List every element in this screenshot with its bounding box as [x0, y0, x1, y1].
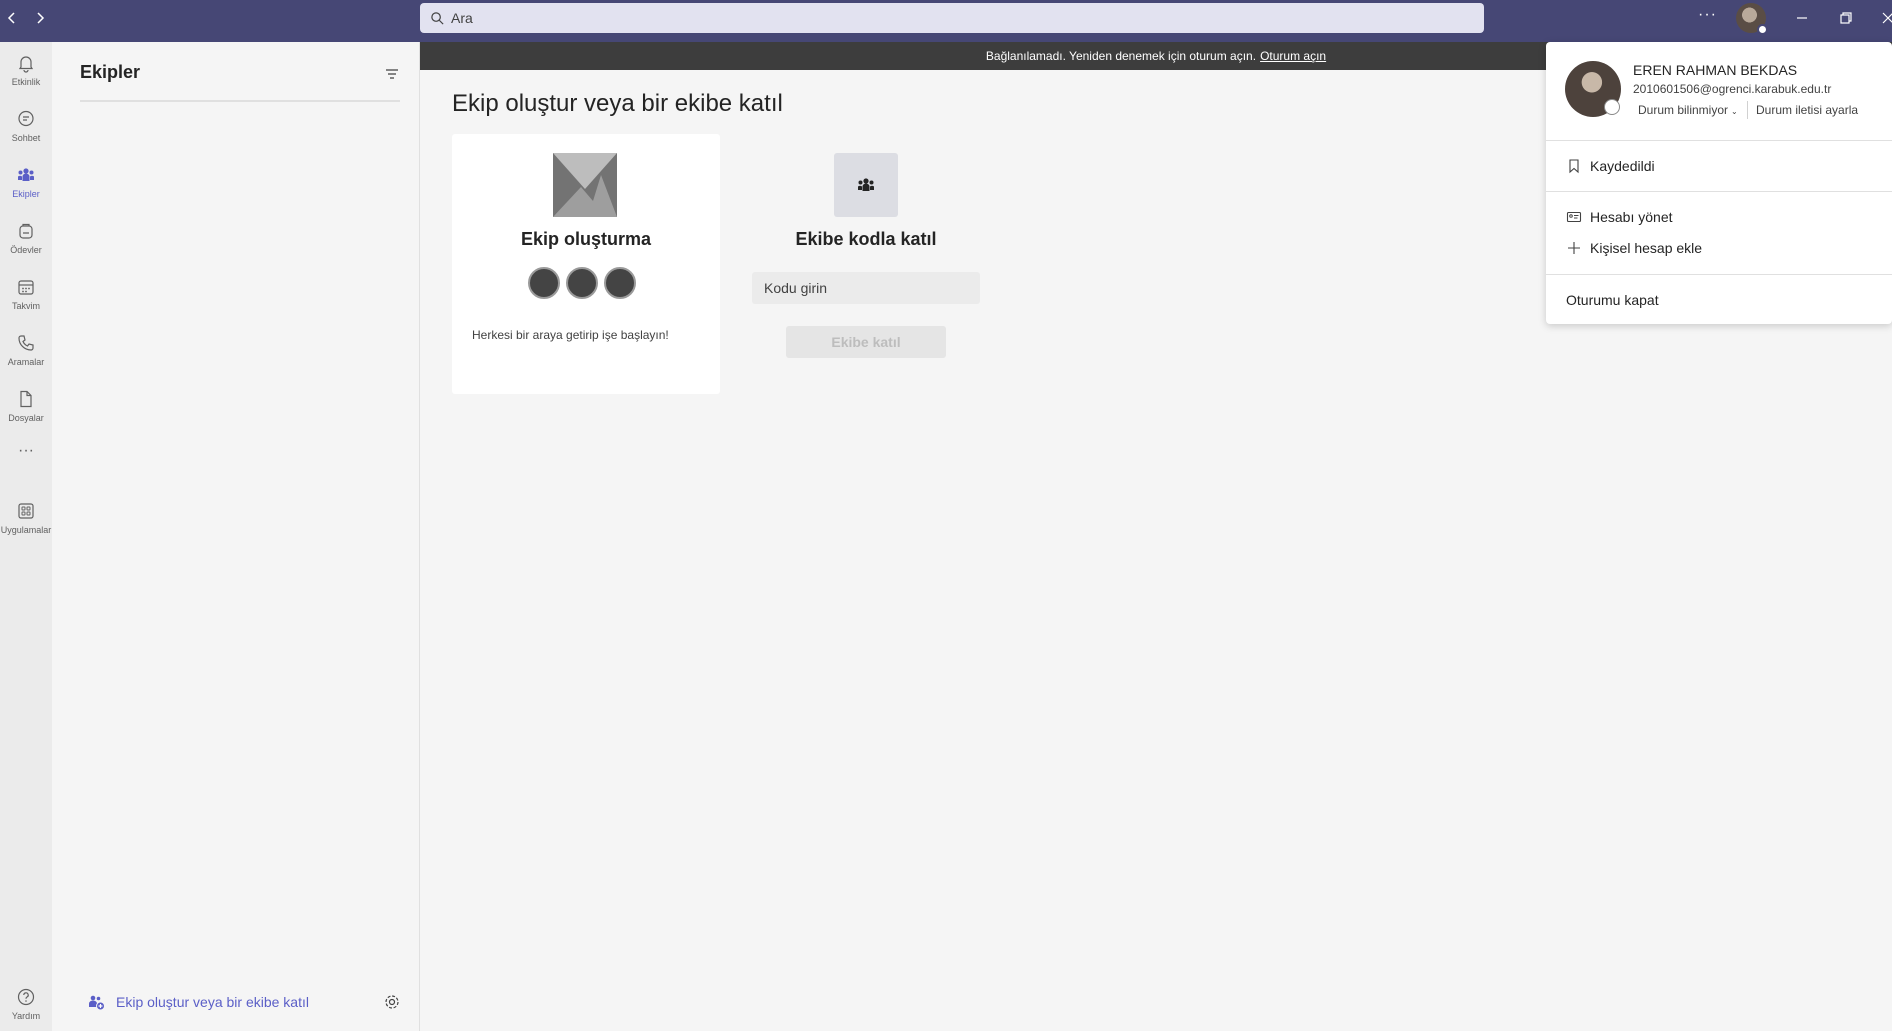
phone-icon — [18, 335, 34, 351]
saved-menu-item[interactable]: Kaydedildi — [1566, 158, 1655, 174]
file-icon — [20, 390, 32, 408]
rail-label: Sohbet — [11, 133, 41, 143]
rail-item-help[interactable]: Yardım — [0, 980, 52, 1031]
rail-item-assignments[interactable]: Ödevler — [0, 214, 52, 266]
team-code-input[interactable] — [752, 272, 980, 304]
help-icon — [17, 988, 35, 1006]
gear-icon[interactable] — [382, 992, 402, 1012]
bookmark-icon — [1569, 159, 1579, 174]
join-team-title: Ekibe kodla katıl — [795, 229, 937, 249]
search-box[interactable] — [420, 3, 1484, 33]
more-options-button[interactable]: ··· — [1698, 6, 1717, 24]
id-card-icon — [1566, 211, 1582, 223]
people-avatars — [528, 267, 636, 299]
create-team-card[interactable]: Ekip oluşturma Herkesi bir araya getirip… — [452, 134, 720, 394]
join-team-card: Ekibe kodla katıl Ekibe katıl — [752, 134, 980, 374]
chat-icon — [18, 110, 34, 127]
person-avatar — [528, 267, 560, 299]
image-placeholder-icon — [553, 153, 617, 217]
menu-divider — [1546, 191, 1892, 192]
rail-label: Uygulamalar — [0, 525, 52, 535]
search-input[interactable] — [451, 10, 1451, 26]
rail-item-apps[interactable]: Uygulamalar — [0, 494, 52, 546]
backpack-icon — [19, 223, 33, 239]
create-team-title: Ekip oluşturma — [520, 229, 652, 249]
minimize-icon[interactable] — [1792, 8, 1812, 28]
create-join-label: Ekip oluştur veya bir ekibe katıl — [116, 994, 309, 1010]
restore-icon[interactable] — [1836, 8, 1856, 28]
rail-item-files[interactable]: Dosyalar — [0, 382, 52, 434]
rail-label: Yardım — [11, 1011, 41, 1021]
presence-dot — [1757, 24, 1768, 35]
status-dropdown[interactable]: Durum bilinmiyor ⌄ — [1638, 103, 1738, 117]
menu-divider — [1546, 274, 1892, 275]
teams-panel: Ekipler Ekip oluştur veya bir ekibe katı… — [60, 42, 420, 1031]
profile-name: EREN RAHMAN BEKDAS — [1633, 62, 1798, 78]
profile-email: 2010601506@ogrenci.karabuk.edu.tr — [1633, 82, 1832, 96]
rail-item-calls[interactable]: Aramalar — [0, 326, 52, 378]
panel-title: Ekipler — [80, 62, 141, 82]
rail-item-chat[interactable]: Sohbet — [0, 102, 52, 154]
back-arrow-icon[interactable] — [2, 8, 22, 28]
forward-arrow-icon[interactable] — [30, 8, 50, 28]
manage-account-menu-item[interactable]: Hesabı yönet — [1566, 209, 1673, 225]
status-label: Durum bilinmiyor — [1638, 103, 1729, 117]
calendar-icon — [18, 280, 34, 295]
menu-divider — [1546, 140, 1892, 141]
search-icon — [431, 11, 444, 25]
rail-label: Ekipler — [12, 189, 40, 199]
more-dots-icon: ··· — [18, 442, 34, 459]
profile-avatar-button[interactable] — [1736, 3, 1768, 35]
join-team-button[interactable]: Ekibe katıl — [786, 326, 946, 358]
saved-label: Kaydedildi — [1590, 158, 1655, 174]
panel-footer: Ekip oluştur veya bir ekibe katıl — [60, 982, 420, 1022]
rail-more-button[interactable]: ··· — [0, 442, 52, 472]
filter-icon[interactable] — [382, 64, 402, 84]
rail-item-activity[interactable]: Etkinlik — [0, 46, 52, 98]
add-team-icon — [89, 995, 105, 1011]
rail-item-calendar[interactable]: Takvim — [0, 270, 52, 322]
status-separator — [1747, 101, 1748, 119]
rail-label: Etkinlik — [11, 77, 41, 87]
create-join-team-link[interactable]: Ekip oluştur veya bir ekibe katıl — [86, 992, 309, 1012]
page-title: Ekip oluştur veya bir ekibe katıl — [452, 90, 783, 117]
add-personal-account-menu-item[interactable]: Kişisel hesap ekle — [1566, 240, 1702, 256]
profile-menu: EREN RAHMAN BEKDAS 2010601506@ogrenci.ka… — [1546, 42, 1892, 324]
person-avatar — [566, 267, 598, 299]
rail-label: Dosyalar — [8, 413, 44, 423]
sign-out-menu-item[interactable]: Oturumu kapat — [1566, 292, 1659, 308]
plus-icon — [1568, 242, 1580, 254]
panel-divider — [80, 100, 400, 102]
person-avatar — [604, 267, 636, 299]
banner-message: Bağlanılamadı. Yeniden denemek için otur… — [985, 49, 1257, 63]
close-icon[interactable] — [1878, 8, 1892, 28]
presence-status-icon — [1604, 99, 1620, 115]
bell-icon — [18, 56, 34, 73]
manage-account-label: Hesabı yönet — [1590, 209, 1673, 225]
sign-out-label: Oturumu kapat — [1566, 292, 1659, 308]
create-team-description: Herkesi bir araya getirip işe başlayın! — [472, 328, 669, 342]
rail-label: Ödevler — [10, 245, 42, 255]
chevron-down-icon: ⌄ — [1731, 107, 1738, 116]
apps-icon — [18, 503, 34, 519]
add-personal-label: Kişisel hesap ekle — [1590, 240, 1703, 256]
rail-item-teams[interactable]: Ekipler — [0, 158, 52, 210]
app-rail: Etkinlik Sohbet Ekipler Ödevler Takvim A… — [0, 42, 52, 1031]
teams-icon — [18, 168, 34, 181]
rail-label: Takvim — [11, 301, 40, 311]
rail-label: Aramalar — [7, 357, 45, 367]
title-bar: ··· — [0, 0, 1892, 42]
sign-in-link[interactable]: Oturum açın — [1260, 49, 1326, 63]
teams-icon — [834, 153, 898, 217]
set-status-message-button[interactable]: Durum iletisi ayarla — [1756, 103, 1858, 117]
